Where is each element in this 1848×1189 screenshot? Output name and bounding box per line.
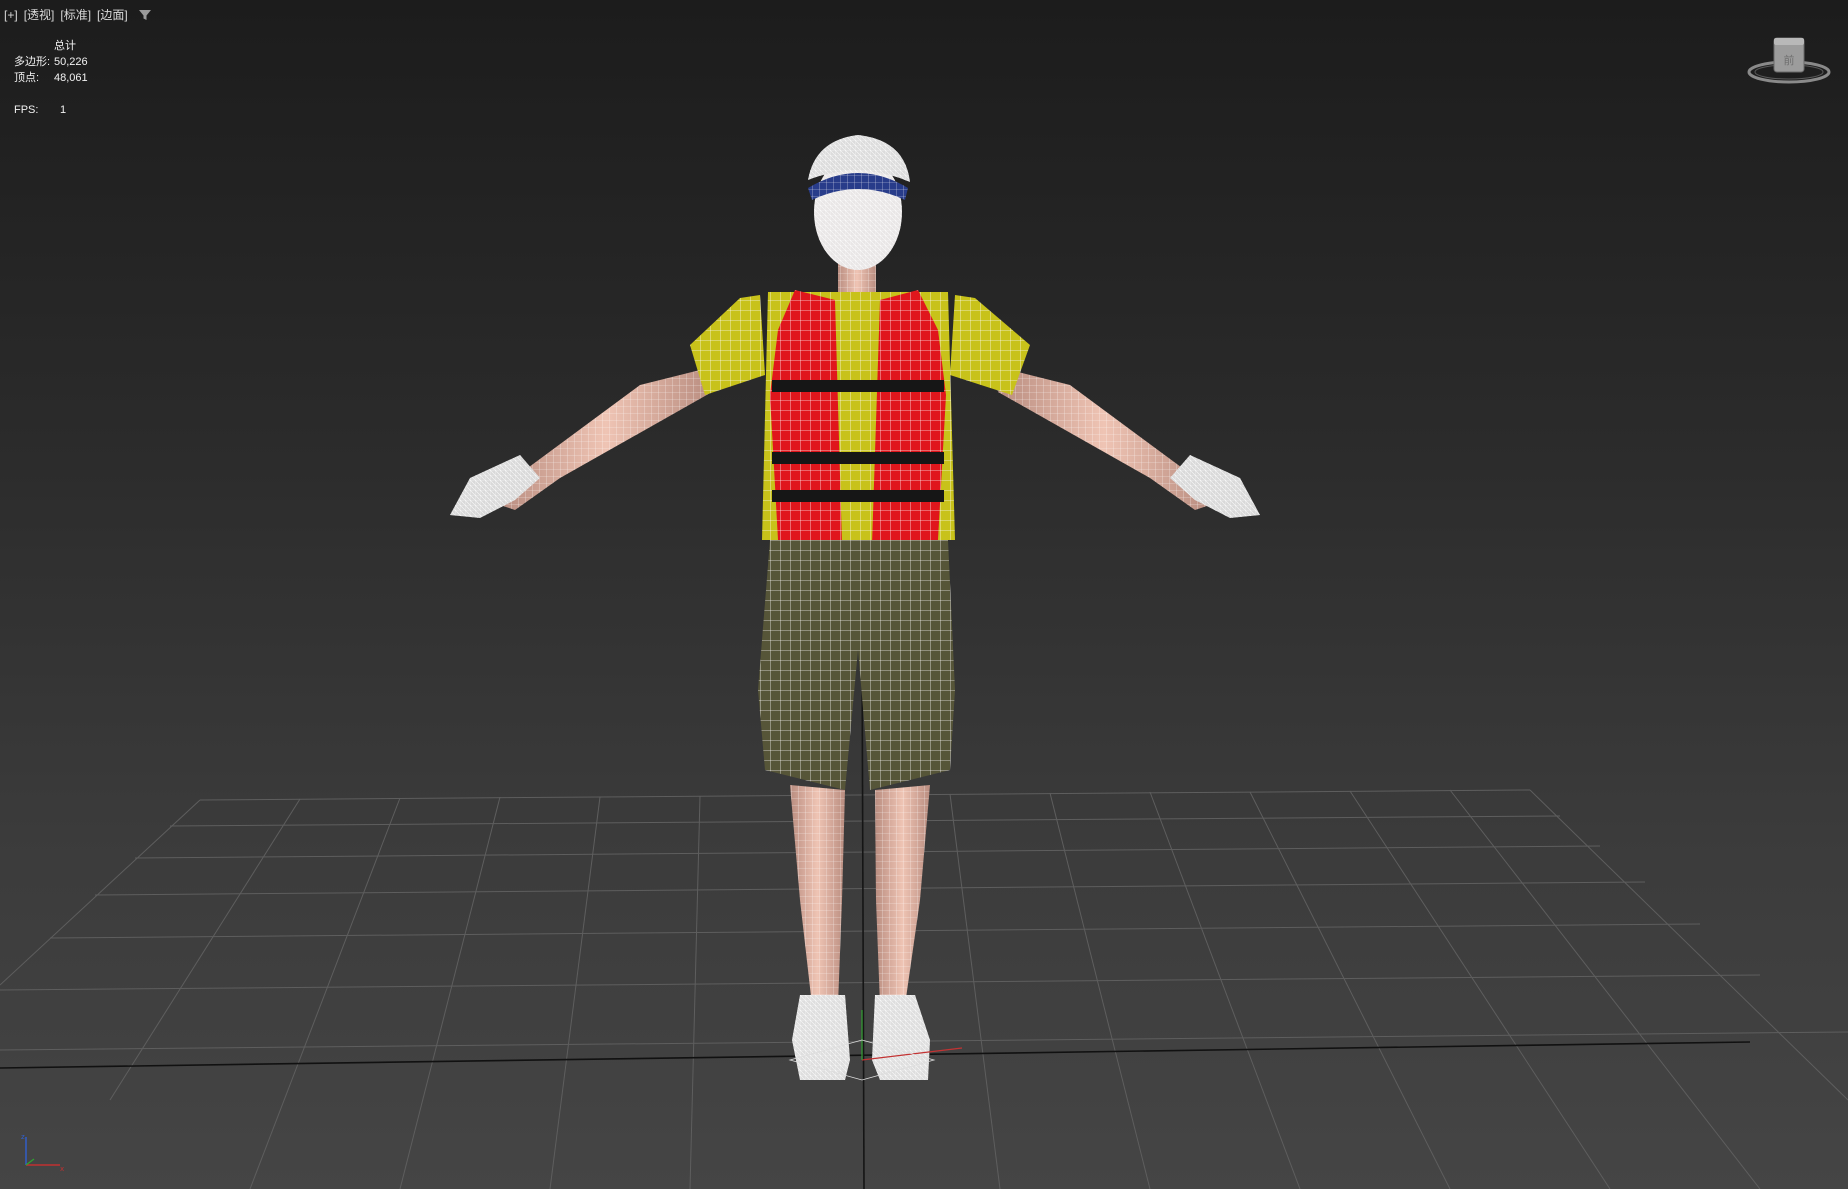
viewcube[interactable]: 前 bbox=[1744, 36, 1834, 92]
scene-render bbox=[0, 135, 1848, 1189]
viewcube-icon[interactable]: 前 bbox=[1744, 36, 1834, 92]
svg-text:x: x bbox=[60, 1165, 64, 1173]
svg-text:z: z bbox=[21, 1133, 25, 1141]
vest-strap-3 bbox=[772, 490, 944, 502]
world-y-axis-line bbox=[861, 639, 865, 1189]
axis-tripod-icon: x z bbox=[21, 1133, 64, 1173]
vest-strap-1 bbox=[772, 380, 944, 392]
viewcube-face-label: 前 bbox=[1784, 53, 1795, 67]
perspective-viewport[interactable]: [+] [透视] [标准] [边面] 总计 多边形: 50,226 顶点: 48… bbox=[0, 0, 1848, 1189]
character-model[interactable] bbox=[450, 135, 1260, 1081]
vest-strap-2 bbox=[772, 452, 944, 464]
